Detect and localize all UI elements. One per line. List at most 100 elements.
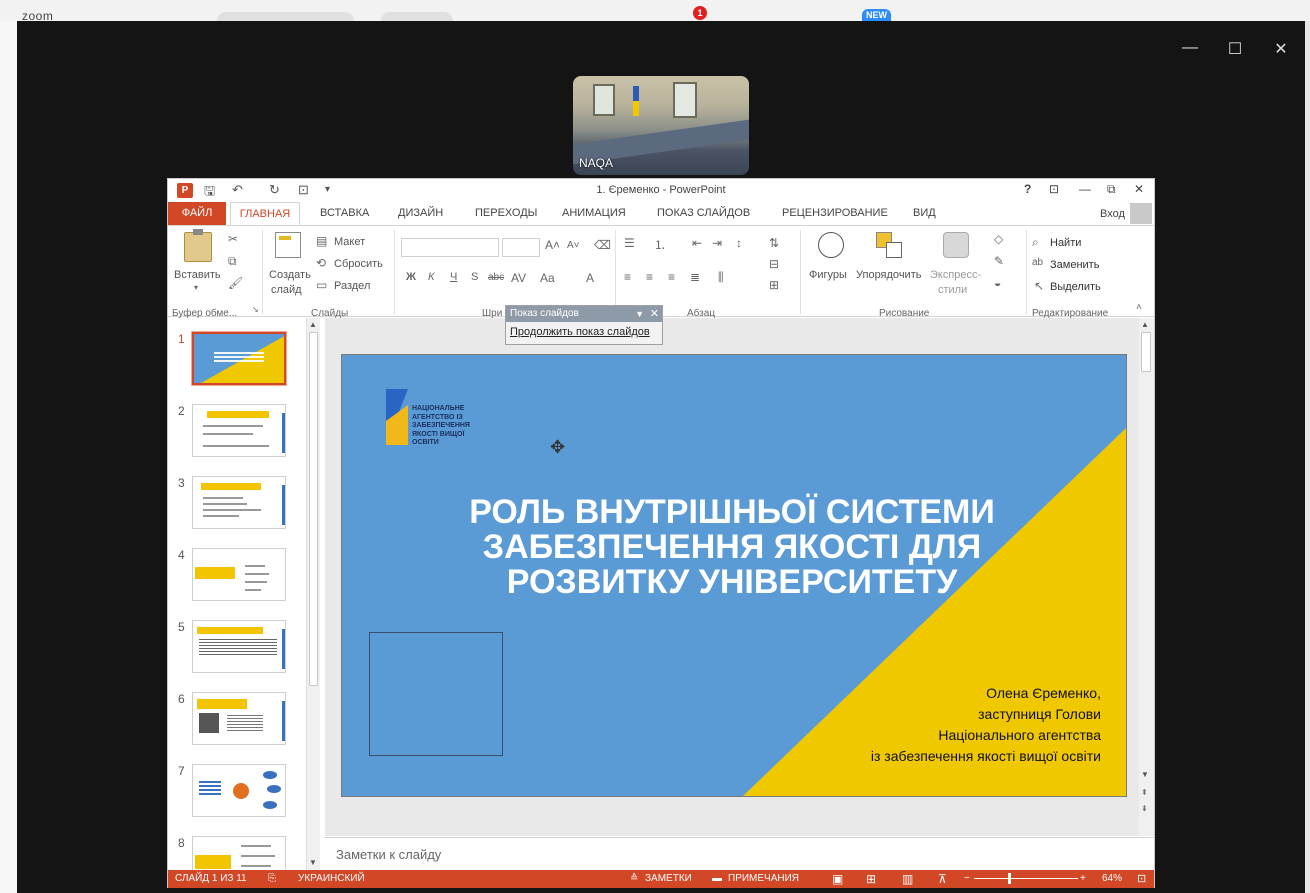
slide-thumbnail-3[interactable] <box>192 476 286 529</box>
help-button[interactable]: ? <box>1024 182 1031 196</box>
notes-pane[interactable]: Заметки к слайду <box>325 837 1154 870</box>
increase-indent-icon[interactable]: ⇥ <box>712 236 722 250</box>
scroll-up-icon[interactable]: ▲ <box>309 320 317 329</box>
quick-styles-icon[interactable] <box>943 232 969 258</box>
scroll-down-icon[interactable]: ▼ <box>1141 770 1149 779</box>
continue-slideshow-button[interactable]: Продолжить показ слайдов <box>510 326 650 338</box>
slide-thumbnail-5[interactable] <box>192 620 286 673</box>
font-color-icon[interactable]: A <box>586 271 594 285</box>
decrease-indent-icon[interactable]: ⇤ <box>692 236 702 250</box>
tab-home[interactable]: ГЛАВНАЯ <box>230 202 300 226</box>
change-case-icon[interactable]: Aa <box>540 271 555 285</box>
slide-thumbnail-8[interactable] <box>192 836 286 870</box>
paste-button[interactable]: Вставить <box>174 269 221 281</box>
user-avatar[interactable] <box>1130 203 1152 224</box>
find-button[interactable]: Найти <box>1050 237 1081 249</box>
shadow-button[interactable]: S <box>471 271 478 283</box>
prev-slide-icon[interactable]: ⇞ <box>1141 788 1148 797</box>
shapes-button[interactable]: Фигуры <box>809 269 847 281</box>
window-minimize-button[interactable]: — <box>1180 39 1200 57</box>
grow-font-icon[interactable]: A˄ <box>545 238 560 252</box>
clipboard-launcher-icon[interactable]: ↘ <box>252 305 259 314</box>
font-name-box[interactable] <box>401 238 499 257</box>
collapse-ribbon-icon[interactable]: ˄ <box>1136 302 1142 313</box>
zoom-in-button[interactable]: + <box>1080 873 1086 884</box>
underline-button[interactable]: Ч <box>450 271 457 283</box>
arrange-button[interactable]: Упорядочить <box>856 269 921 281</box>
slideshow-view-icon[interactable]: ⊼ <box>938 872 947 886</box>
replace-button[interactable]: Заменить <box>1050 259 1099 271</box>
replace-icon[interactable]: ab <box>1032 257 1043 268</box>
paste-dropdown-icon[interactable]: ▾ <box>194 283 198 292</box>
tab-transitions[interactable]: ПЕРЕХОДЫ <box>475 207 537 219</box>
toolbar-options-icon[interactable]: ▼ <box>635 306 644 322</box>
quick-styles-button-line2[interactable]: стили <box>938 284 967 296</box>
tab-insert[interactable]: ВСТАВКА <box>320 207 369 219</box>
char-spacing-icon[interactable]: AV <box>511 271 526 285</box>
select-cursor-icon[interactable]: ↖ <box>1034 279 1044 293</box>
spellcheck-icon[interactable]: ⎘ <box>268 873 276 884</box>
new-slide-button[interactable]: Создать <box>269 269 311 281</box>
scroll-up-icon[interactable]: ▲ <box>1141 320 1149 329</box>
new-slide-button-line2[interactable]: слайд <box>271 284 302 296</box>
desktop-home-pill[interactable] <box>381 12 453 21</box>
thumbnails-scrollbar[interactable]: ▲ ▼ <box>306 318 320 870</box>
align-right-icon[interactable]: ≡ <box>668 270 675 284</box>
shapes-icon[interactable] <box>818 232 844 258</box>
scroll-down-icon[interactable]: ▼ <box>309 858 317 867</box>
language-indicator[interactable]: УКРАИНСКИЙ <box>298 873 365 884</box>
slide-title[interactable]: РОЛЬ ВНУТРІШНЬОЇ СИСТЕМИ ЗАБЕЗПЕЧЕННЯ ЯК… <box>437 495 1027 600</box>
ppt-restore-button[interactable]: ⧉ <box>1107 182 1116 197</box>
shrink-font-icon[interactable]: A˅ <box>567 240 580 251</box>
columns-icon[interactable]: ⫼ <box>718 270 724 285</box>
new-slide-icon[interactable] <box>275 232 301 258</box>
zoom-slider-track[interactable] <box>974 878 1078 879</box>
zoom-out-button[interactable]: − <box>964 873 970 884</box>
comments-toggle-button[interactable]: ПРИМЕЧАНИЯ <box>728 873 799 884</box>
format-painter-icon[interactable]: 🖌 <box>228 276 243 290</box>
bullets-icon[interactable]: ☰ <box>624 236 635 250</box>
reading-view-icon[interactable]: ▥ <box>902 872 913 886</box>
tab-review[interactable]: РЕЦЕНЗИРОВАНИЕ <box>782 207 888 219</box>
slide-thumbnail-4[interactable] <box>192 548 286 601</box>
smartart-icon[interactable]: ⊞ <box>769 278 779 292</box>
section-icon[interactable]: ▭ <box>316 278 327 292</box>
current-slide[interactable]: НАЦІОНАЛЬНЕ АГЕНТСТВО ІЗ ЗАБЕЗПЕЧЕННЯ ЯК… <box>341 354 1127 797</box>
tab-animations[interactable]: АНИМАЦИЯ <box>562 207 626 219</box>
slide-editing-area[interactable]: НАЦІОНАЛЬНЕ АГЕНТСТВО ІЗ ЗАБЕЗПЕЧЕННЯ ЯК… <box>325 318 1154 836</box>
normal-view-icon[interactable]: ▣ <box>832 872 843 886</box>
clear-format-icon[interactable]: ⌫ <box>594 238 611 252</box>
thumbnails-scroll-thumb[interactable] <box>309 332 318 686</box>
toolbar-close-icon[interactable]: ✕ <box>650 306 659 322</box>
desktop-search-pill[interactable] <box>217 12 354 21</box>
slide-thumbnail-1[interactable] <box>191 331 287 386</box>
slide-thumbnail-2[interactable] <box>192 404 286 457</box>
slide-scroll-thumb[interactable] <box>1141 332 1151 372</box>
slide-thumbnail-7[interactable] <box>192 764 286 817</box>
italic-button[interactable]: К <box>428 271 434 283</box>
copy-icon[interactable]: ⧉ <box>228 254 237 269</box>
tab-slideshow[interactable]: ПОКАЗ СЛАЙДОВ <box>657 207 750 219</box>
reset-icon[interactable]: ⟲ <box>316 256 326 270</box>
align-center-icon[interactable]: ≡ <box>646 270 653 284</box>
slide-thumbnail-6[interactable] <box>192 692 286 745</box>
text-direction-icon[interactable]: ⇅ <box>769 236 779 250</box>
reset-button[interactable]: Сбросить <box>334 258 383 270</box>
notes-toggle-icon[interactable]: ≙ <box>630 873 638 884</box>
signin-link[interactable]: Вход <box>1100 208 1125 220</box>
next-slide-icon[interactable]: ⇟ <box>1141 804 1148 813</box>
slide-scrollbar[interactable]: ▲ ▼ ⇞ ⇟ <box>1139 318 1154 836</box>
font-size-box[interactable] <box>502 238 540 257</box>
comments-icon[interactable]: ▬ <box>712 873 722 884</box>
layout-icon[interactable]: ▤ <box>316 234 327 248</box>
numbering-icon[interactable]: ⒈ <box>654 236 666 253</box>
layout-button[interactable]: Макет <box>334 236 365 248</box>
align-text-icon[interactable]: ⊟ <box>769 257 779 271</box>
ppt-minimize-button[interactable]: — <box>1079 182 1091 196</box>
slide-author-block[interactable]: Олена Єременко, заступниця Голови Націон… <box>871 683 1101 767</box>
ppt-close-button[interactable]: ✕ <box>1134 182 1144 196</box>
align-left-icon[interactable]: ≡ <box>624 270 631 284</box>
window-close-button[interactable]: ✕ <box>1271 39 1291 59</box>
empty-placeholder[interactable] <box>369 632 503 756</box>
section-button[interactable]: Раздел <box>334 280 370 292</box>
